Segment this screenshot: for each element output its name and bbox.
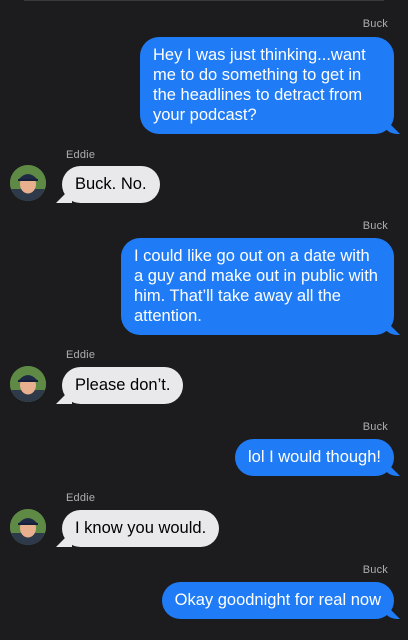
avatar[interactable]	[10, 509, 46, 545]
sender-label-eddie: Eddie	[66, 149, 96, 161]
sender-label-buck: Buck	[362, 18, 388, 30]
message-bubble-incoming[interactable]: I know you would.	[62, 510, 220, 547]
eddie-avatar-icon	[10, 366, 46, 402]
message-bubble-outgoing[interactable]: Hey I was just thinking...want me to do …	[140, 37, 394, 134]
message-bubble-outgoing[interactable]: Okay goodnight for real now	[161, 582, 394, 619]
sender-label-eddie: Eddie	[66, 492, 96, 504]
eddie-avatar-icon	[10, 165, 46, 201]
message-bubble-incoming[interactable]: Please don’t.	[62, 367, 184, 404]
avatar[interactable]	[10, 366, 46, 402]
sender-label-buck: Buck	[362, 564, 388, 576]
message-bubble-outgoing[interactable]: I could like go out on a date with a guy…	[121, 238, 394, 335]
message-thread: Buck Hey I was just thinking...want me t…	[0, 0, 408, 640]
eddie-avatar-icon	[10, 509, 46, 545]
divider	[24, 0, 384, 1]
sender-label-eddie: Eddie	[66, 349, 96, 361]
avatar[interactable]	[10, 165, 46, 201]
message-bubble-outgoing[interactable]: lol I would though!	[234, 439, 394, 476]
message-bubble-incoming[interactable]: Buck. No.	[62, 166, 160, 203]
sender-label-buck: Buck	[362, 421, 388, 433]
sender-label-buck: Buck	[362, 220, 388, 232]
